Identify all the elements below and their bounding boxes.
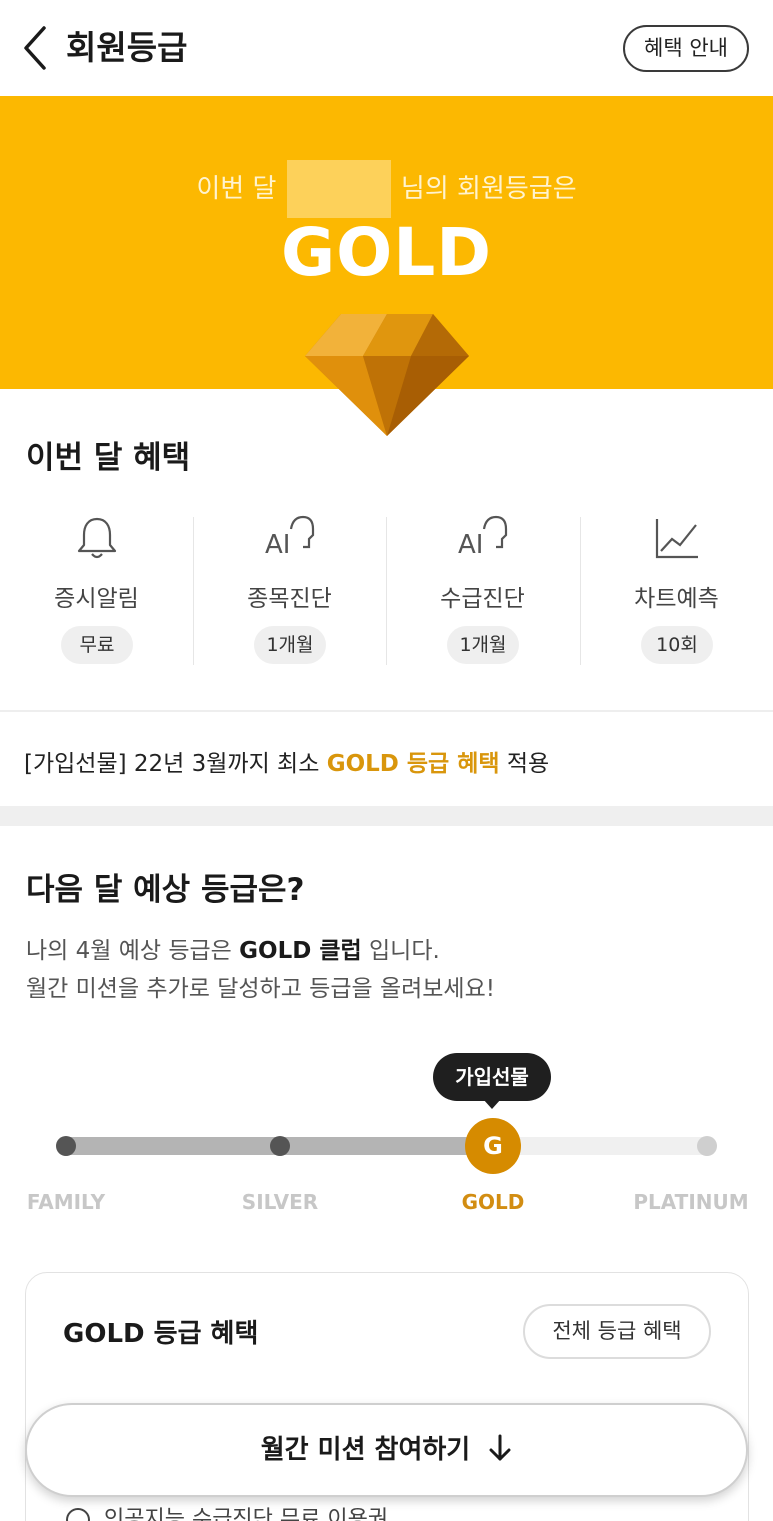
divider (0, 710, 773, 712)
section-separator (0, 806, 773, 826)
level-label-platinum: PLATINUM (633, 1190, 749, 1214)
monthly-mission-button[interactable]: 월간 미션 참여하기 (25, 1403, 748, 1497)
hero-caption-prefix: 이번 달 (196, 173, 277, 204)
join-gift-notice: [가입선물] 22년 3월까지 최소 GOLD 등급 혜택 적용 (24, 744, 549, 778)
ai-icon: AI (265, 515, 315, 560)
benefit-item-market-alert[interactable]: 증시알림 무료 (0, 505, 193, 665)
benefit-item-chart-forecast[interactable]: 차트예측 10회 (580, 505, 773, 665)
benefit-label: 종목진단 (247, 586, 332, 612)
gift-bubble: 가입선물 (433, 1053, 551, 1101)
current-grade: GOLD (280, 214, 493, 291)
desc-bold: GOLD 클럽 (239, 938, 362, 964)
benefit-list: 증시알림 무료 AI 종목진단 1개월 AI 수급진단 1개월 차트예측 10회 (0, 505, 773, 675)
gift-bubble-tail (483, 1099, 501, 1109)
redacted-username (286, 160, 391, 218)
gift-highlight: GOLD 등급 혜택 (326, 751, 500, 777)
benefit-label: 차트예측 (634, 586, 719, 612)
level-dot-platinum (697, 1136, 717, 1156)
level-dot-family (56, 1136, 76, 1156)
level-label-silver: SILVER (241, 1190, 319, 1214)
app-header: 회원등급 혜택 안내 (0, 0, 773, 96)
desc-prefix: 나의 4월 예상 등급은 (26, 938, 240, 964)
gift-prefix: [가입선물] 22년 3월까지 최소 (24, 751, 327, 777)
gold-diamond-icon (305, 314, 469, 436)
all-grade-benefits-button[interactable]: 전체 등급 혜택 (523, 1304, 711, 1359)
page-title: 회원등급 (66, 28, 188, 67)
benefit-info-button[interactable]: 혜택 안내 (623, 25, 749, 72)
desc-suffix: 입니다. (361, 938, 440, 964)
level-label-family: FAMILY (26, 1190, 106, 1214)
benefit-chip: 1개월 (254, 626, 326, 664)
benefit-item-supply-diagnosis[interactable]: AI 수급진단 1개월 (386, 505, 579, 665)
benefit-label: 수급진단 (440, 586, 525, 612)
benefit-chip: 10회 (641, 626, 713, 664)
back-arrow-icon[interactable] (18, 24, 54, 72)
hero-caption-suffix: 님의 회원등급은 (400, 173, 577, 204)
desc-line-2: 월간 미션을 추가로 달성하고 등급을 올려보세요! (26, 976, 495, 1002)
gift-suffix: 적용 (499, 751, 550, 777)
cta-label: 월간 미션 참여하기 (260, 1435, 471, 1465)
ai-icon: AI (458, 515, 508, 560)
current-level-node: G (465, 1118, 521, 1174)
level-label-gold: GOLD (461, 1190, 525, 1214)
level-dot-silver (270, 1136, 290, 1156)
benefit-item-stock-diagnosis[interactable]: AI 종목진단 1개월 (193, 505, 386, 665)
grade-progress-remaining (490, 1137, 715, 1155)
benefit-chip: 무료 (61, 626, 133, 664)
check-circle-icon (66, 1508, 90, 1521)
card-benefit-item: 인공지능 수급진단 무료 이용권 (66, 1501, 388, 1521)
chart-line-icon (655, 519, 698, 559)
benefit-chip: 1개월 (447, 626, 519, 664)
svg-text:AI: AI (458, 530, 483, 560)
benefit-label: 증시알림 (54, 586, 139, 612)
hero-caption: 이번 달 님의 회원등급은 (0, 160, 773, 218)
this-month-benefits-title: 이번 달 혜택 (26, 440, 191, 476)
next-month-description: 나의 4월 예상 등급은 GOLD 클럽 입니다. 월간 미션을 추가로 달성하… (26, 932, 495, 1008)
svg-text:AI: AI (265, 530, 290, 560)
card-title: GOLD 등급 혜택 (63, 1319, 259, 1349)
next-month-title: 다음 달 예상 등급은? (26, 872, 305, 908)
card-benefit-label: 인공지능 수급진단 무료 이용권 (104, 1507, 389, 1521)
bell-icon (77, 517, 117, 559)
arrow-down-icon (489, 1434, 511, 1460)
